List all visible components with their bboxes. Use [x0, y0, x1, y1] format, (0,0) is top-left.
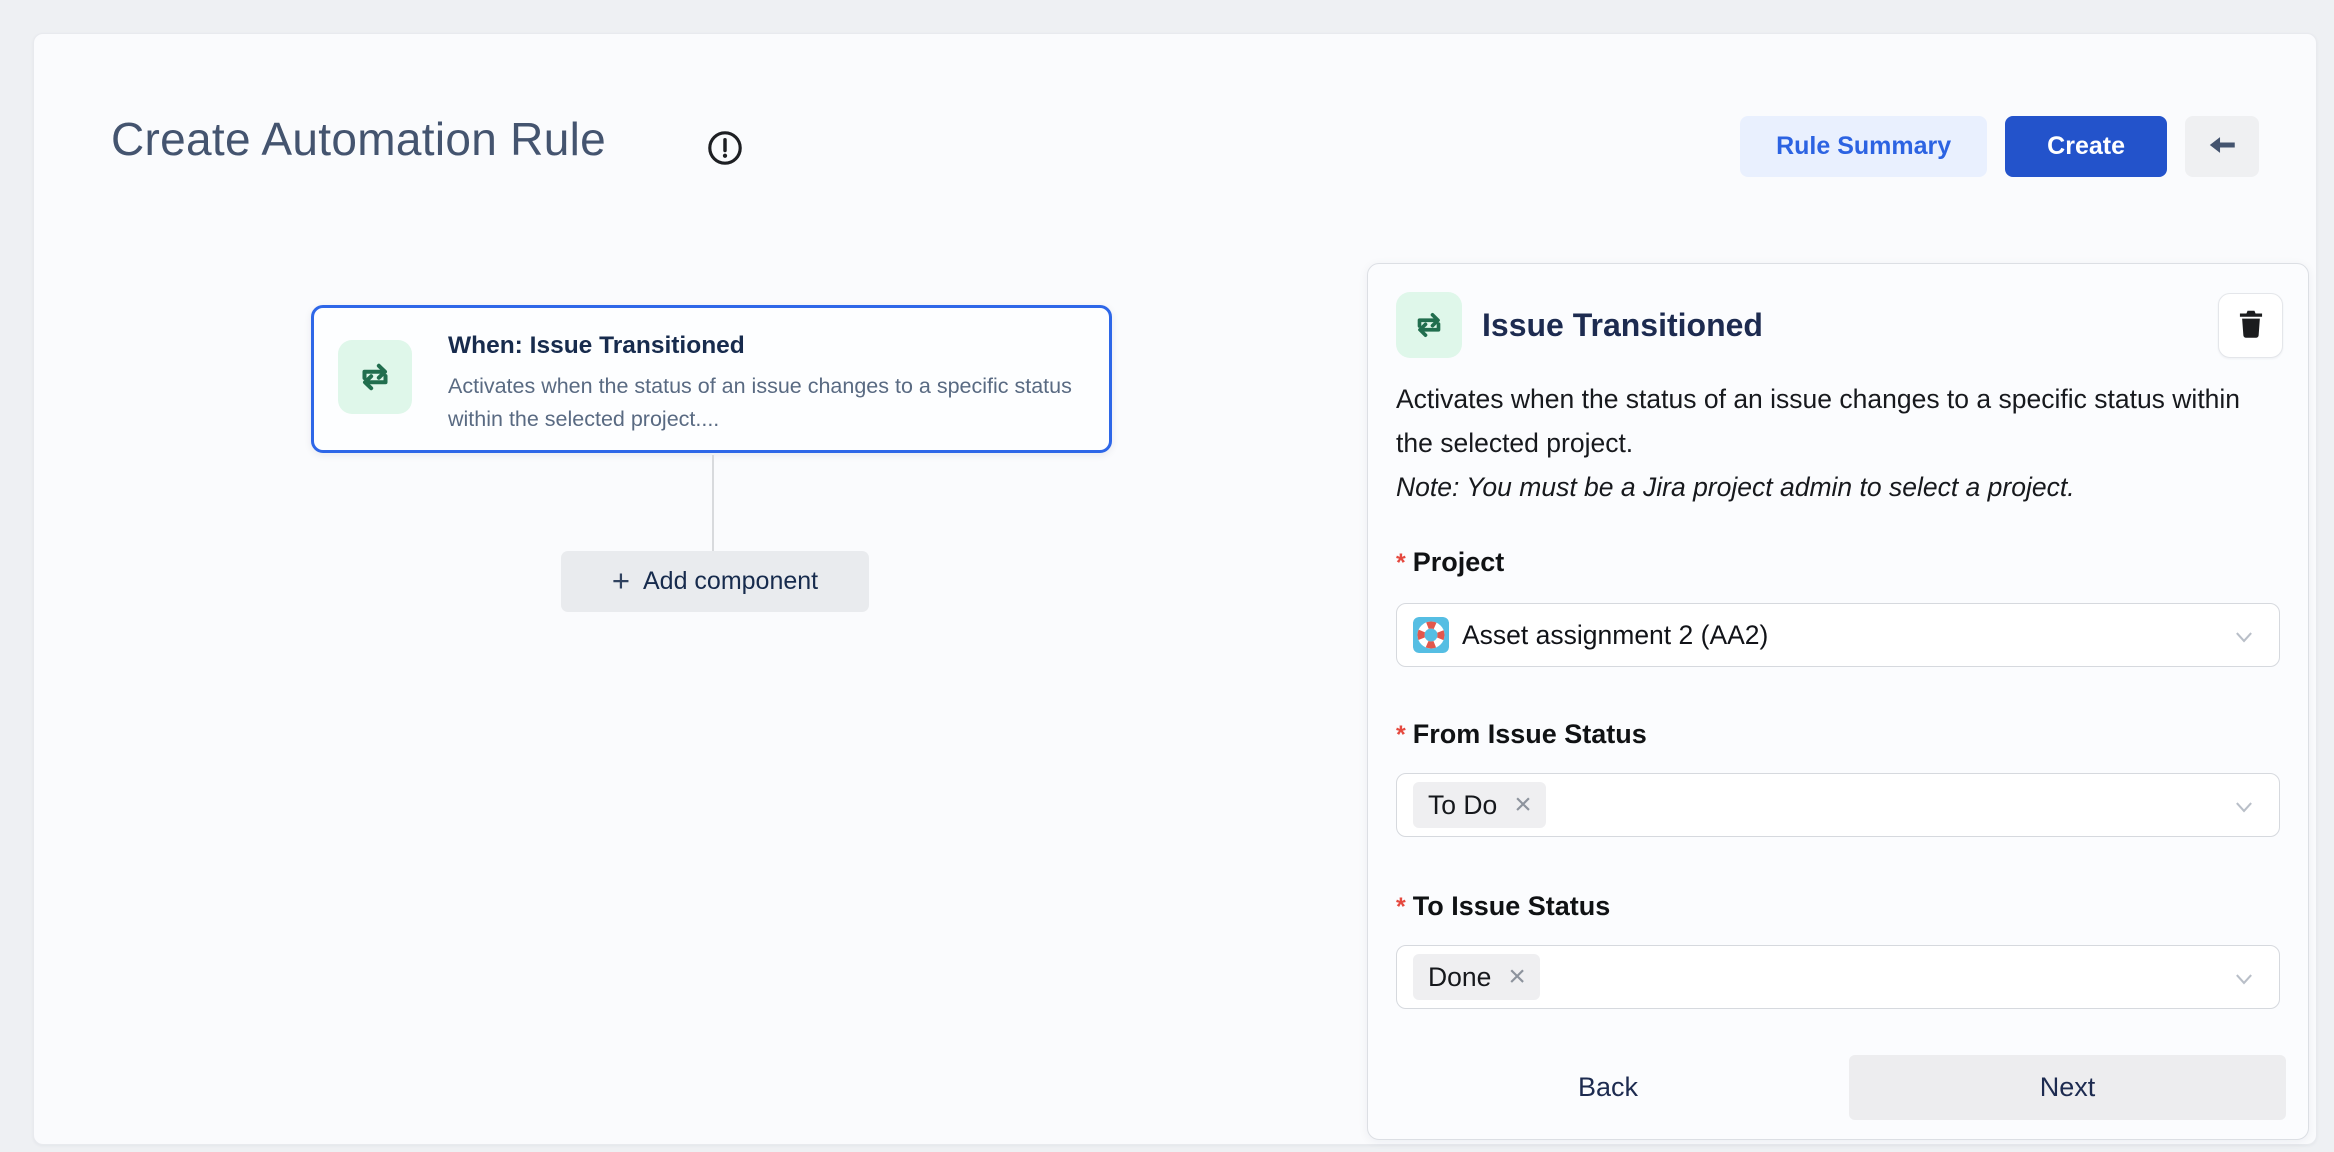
chevron-down-icon	[2231, 624, 2257, 655]
project-avatar-lifebuoy-icon	[1413, 617, 1449, 653]
next-button[interactable]: Next	[1849, 1055, 2286, 1120]
trash-icon	[2236, 308, 2266, 343]
header-actions: Rule Summary Create	[1740, 116, 2259, 177]
panel-description: Activates when the status of an issue ch…	[1396, 378, 2282, 466]
trigger-card-title: When: Issue Transitioned	[448, 332, 745, 360]
project-field-label: * Project	[1396, 547, 1504, 578]
arrow-left-icon	[2205, 128, 2239, 165]
node-connector-line	[712, 455, 714, 551]
info-circle-icon[interactable]	[706, 129, 744, 167]
transition-arrows-icon	[338, 340, 412, 414]
trigger-card-description: Activates when the status of an issue ch…	[448, 370, 1080, 435]
add-component-button[interactable]: + Add component	[561, 551, 869, 612]
create-button[interactable]: Create	[2005, 116, 2167, 177]
required-asterisk: *	[1396, 547, 1406, 578]
to-status-select[interactable]: Done ×	[1396, 945, 2280, 1009]
add-component-label: Add component	[643, 567, 818, 596]
remove-tag-icon[interactable]: ×	[1508, 790, 1538, 820]
from-status-field-label: * From Issue Status	[1396, 719, 1647, 750]
rule-summary-button[interactable]: Rule Summary	[1740, 116, 1987, 177]
create-rule-page: Create Automation Rule Rule Summary Crea…	[33, 33, 2317, 1145]
project-select[interactable]: Asset assignment 2 (AA2)	[1396, 603, 2280, 667]
project-select-value: Asset assignment 2 (AA2)	[1462, 620, 1768, 651]
to-status-field-label: * To Issue Status	[1396, 891, 1610, 922]
required-asterisk: *	[1396, 891, 1406, 922]
panel-title: Issue Transitioned	[1482, 307, 1763, 344]
transition-arrows-icon	[1396, 292, 1462, 358]
plus-icon: +	[612, 565, 630, 596]
back-button[interactable]: Back	[1518, 1055, 1698, 1120]
from-status-select[interactable]: To Do ×	[1396, 773, 2280, 837]
trigger-node-issue-transitioned[interactable]: When: Issue Transitioned Activates when …	[311, 305, 1112, 453]
remove-tag-icon[interactable]: ×	[1502, 962, 1532, 992]
delete-trigger-button[interactable]	[2218, 293, 2283, 358]
required-asterisk: *	[1396, 719, 1406, 750]
panel-note: Note: You must be a Jira project admin t…	[1396, 466, 2282, 510]
status-tag-done: Done ×	[1413, 954, 1540, 1000]
back-arrow-button[interactable]	[2185, 116, 2259, 177]
status-tag-to-do: To Do ×	[1413, 782, 1546, 828]
panel-description-block: Activates when the status of an issue ch…	[1396, 378, 2282, 510]
chevron-down-icon	[2231, 794, 2257, 825]
page-title: Create Automation Rule	[111, 112, 606, 166]
trigger-config-panel: Issue Transitioned Activates when the st…	[1367, 263, 2309, 1140]
chevron-down-icon	[2231, 966, 2257, 997]
